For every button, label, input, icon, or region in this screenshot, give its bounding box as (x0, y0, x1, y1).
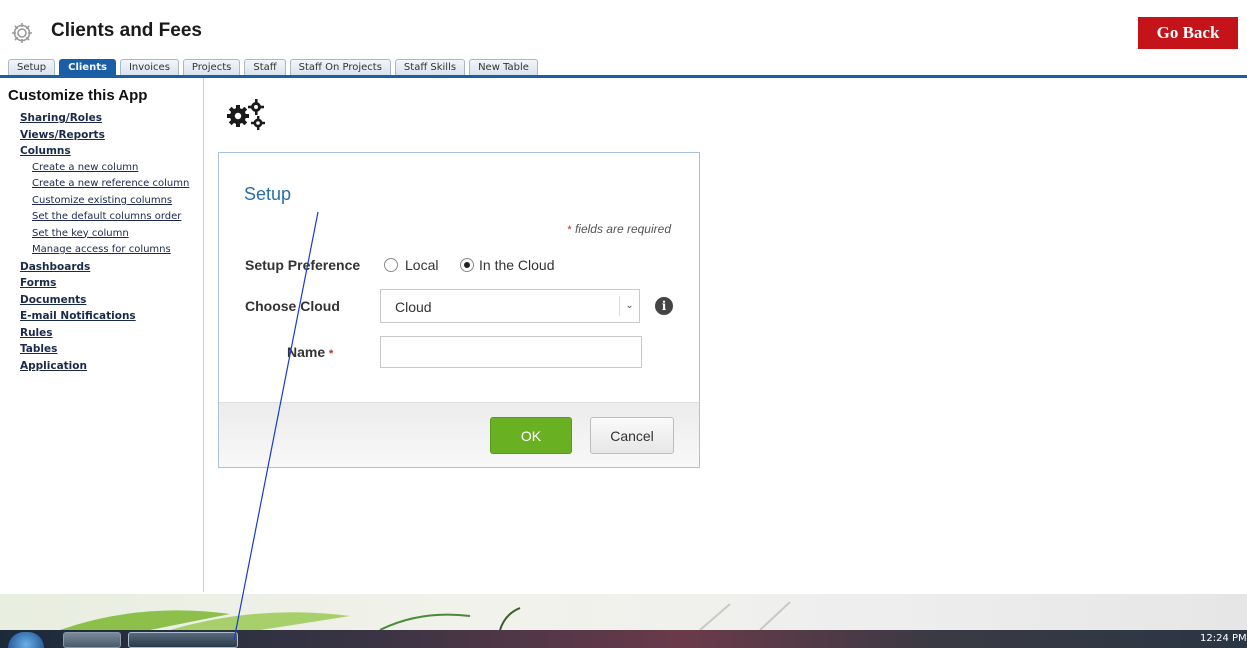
sidebar-nav: Sharing/Roles Views/Reports Columns Crea… (20, 110, 202, 374)
app-title: Clients and Fees (51, 20, 202, 41)
taskbar-explorer-button[interactable] (63, 632, 121, 648)
sidebar-item-documents[interactable]: Documents (20, 292, 202, 309)
chevron-down-icon: ⌄ (619, 296, 639, 316)
name-label-text: Name (287, 344, 326, 360)
choose-cloud-select[interactable]: Cloud ⌄ (380, 289, 640, 323)
sidebar-item-tables[interactable]: Tables (20, 341, 202, 358)
name-input[interactable] (380, 336, 642, 368)
desktop-wallpaper-art (60, 601, 791, 630)
system-tray[interactable] (1083, 636, 1188, 644)
required-note-text: fields are required (574, 222, 671, 236)
cancel-button[interactable]: Cancel (590, 417, 674, 454)
sidebar-item-customize-columns[interactable]: Customize existing columns (32, 193, 202, 210)
required-star: * (567, 224, 572, 236)
sidebar-title: Customize this App (8, 87, 148, 104)
ok-button[interactable]: OK (490, 417, 572, 454)
sidebar-item-application[interactable]: Application (20, 358, 202, 375)
tab-new-table[interactable]: New Table (469, 59, 538, 75)
sidebar-item-views-reports[interactable]: Views/Reports (20, 127, 202, 144)
table-tabs: Setup Clients Invoices Projects Staff St… (8, 59, 542, 75)
name-label: Name * (287, 344, 333, 360)
radio-in-the-cloud-label[interactable]: In the Cloud (479, 257, 555, 273)
tab-invoices[interactable]: Invoices (119, 59, 179, 75)
name-required-star: * (329, 348, 334, 360)
sidebar-item-default-columns-order[interactable]: Set the default columns order (32, 209, 202, 226)
tab-staff-on-projects[interactable]: Staff On Projects (289, 59, 391, 75)
sidebar-item-forms[interactable]: Forms (20, 275, 202, 292)
setup-dialog: Setup * fields are required Setup Prefer… (218, 152, 700, 468)
tab-staff[interactable]: Staff (244, 59, 286, 75)
tab-setup[interactable]: Setup (8, 59, 56, 75)
sidebar-item-manage-access[interactable]: Manage access for columns (32, 242, 202, 259)
sidebar: Customize this App Sharing/Roles Views/R… (0, 78, 204, 592)
sidebar-item-create-column[interactable]: Create a new column (32, 160, 202, 177)
radio-in-the-cloud[interactable] (460, 258, 474, 272)
choose-cloud-label: Choose Cloud (245, 298, 340, 314)
tab-clients[interactable]: Clients (59, 59, 116, 75)
sidebar-item-rules[interactable]: Rules (20, 325, 202, 342)
taskbar-window-button[interactable] (128, 632, 238, 648)
radio-local-label[interactable]: Local (405, 257, 438, 273)
app-header: Clients and Fees Go Back (0, 0, 1247, 52)
dialog-title: Setup (244, 184, 292, 204)
tab-projects[interactable]: Projects (182, 59, 241, 75)
required-note: * fields are required (567, 222, 671, 236)
gear-icon (12, 23, 32, 43)
taskbar-clock[interactable]: 12:24 PM (1200, 633, 1247, 644)
gears-icon (227, 99, 265, 130)
radio-local[interactable] (384, 258, 398, 272)
desktop-background (0, 594, 1247, 630)
sidebar-item-create-reference-column[interactable]: Create a new reference column (32, 176, 202, 193)
choose-cloud-value: Cloud (395, 299, 432, 315)
sidebar-item-email-notifications[interactable]: E-mail Notifications (20, 308, 202, 325)
sidebar-item-sharing-roles[interactable]: Sharing/Roles (20, 110, 202, 127)
setup-preference-label: Setup Preference (245, 257, 361, 273)
go-back-button[interactable]: Go Back (1138, 17, 1238, 49)
sidebar-item-columns[interactable]: Columns (20, 143, 202, 160)
info-icon[interactable]: i (655, 297, 673, 315)
tab-staff-skills[interactable]: Staff Skills (394, 59, 466, 75)
sidebar-item-key-column[interactable]: Set the key column (32, 226, 202, 243)
sidebar-item-dashboards[interactable]: Dashboards (20, 259, 202, 276)
